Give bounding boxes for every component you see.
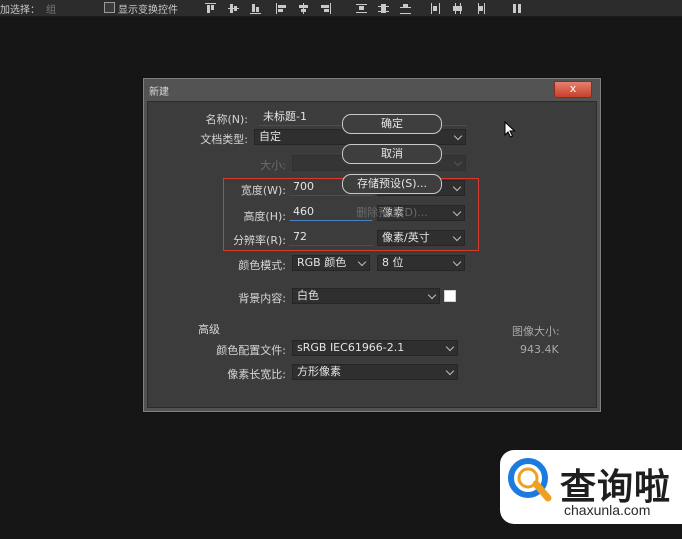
mouse-cursor-icon	[504, 121, 516, 138]
chevron-down-icon	[452, 207, 462, 217]
color-profile-select[interactable]: sRGB IEC61966-2.1	[292, 340, 458, 356]
delete-preset-button: 删除预设(D)...	[356, 206, 428, 219]
distribute-bottom-icon[interactable]	[400, 3, 411, 14]
pixel-aspect-ratio-select[interactable]: 方形像素	[292, 364, 458, 380]
close-button[interactable]: x	[554, 81, 592, 98]
distribute-horizontal-center-icon[interactable]	[452, 3, 463, 14]
chevron-down-icon	[445, 342, 455, 352]
color-mode-label: 颜色模式:	[238, 259, 286, 272]
auto-select-dropdown[interactable]: 组	[46, 1, 56, 16]
color-profile-label: 颜色配置文件:	[216, 344, 286, 357]
save-preset-button[interactable]: 存储预设(S)...	[342, 174, 442, 194]
resolution-unit-select[interactable]: 像素/英寸	[377, 230, 465, 246]
ok-button[interactable]: 确定	[342, 114, 442, 134]
magnifier-logo-icon	[508, 458, 552, 502]
color-mode-select[interactable]: RGB 颜色	[292, 255, 370, 271]
distribute-top-icon[interactable]	[356, 3, 367, 14]
document-type-label: 文档类型:	[200, 133, 248, 146]
document-type-value: 自定	[259, 130, 281, 143]
distribute-left-icon[interactable]	[430, 3, 441, 14]
auto-align-layers-icon[interactable]	[512, 3, 523, 14]
height-label: 高度(H):	[243, 210, 286, 223]
show-transform-checkbox[interactable]	[104, 2, 115, 13]
pixel-aspect-ratio-label: 像素长宽比:	[227, 368, 286, 381]
image-size-label: 图像大小:	[512, 325, 560, 338]
align-right-icon[interactable]	[320, 3, 331, 14]
name-label: 名称(N):	[205, 113, 248, 126]
show-transform-label: 显示变换控件	[118, 5, 178, 16]
chaxunla-watermark: 查询啦 chaxunla.com	[500, 450, 682, 524]
background-contents-select[interactable]: 白色	[292, 288, 440, 304]
resolution-unit-value: 像素/英寸	[382, 231, 430, 244]
background-color-swatch[interactable]	[444, 290, 456, 302]
chevron-down-icon	[357, 257, 367, 267]
chevron-down-icon	[452, 257, 462, 267]
width-label: 宽度(W):	[240, 184, 286, 197]
chevron-down-icon	[453, 157, 463, 167]
align-left-icon[interactable]	[276, 3, 287, 14]
options-toolbar: 加选择： 组 显示变换控件	[0, 0, 682, 17]
close-icon: x	[569, 82, 577, 95]
chevron-down-icon	[427, 290, 437, 300]
align-top-icon[interactable]	[205, 3, 216, 14]
distribute-right-icon[interactable]	[474, 3, 485, 14]
chevron-down-icon	[452, 182, 462, 192]
align-vertical-center-icon[interactable]	[228, 3, 239, 14]
size-label: 大小:	[260, 159, 286, 172]
align-horizontal-center-icon[interactable]	[298, 3, 309, 14]
pixel-aspect-ratio-value: 方形像素	[297, 365, 341, 378]
color-profile-value: sRGB IEC61966-2.1	[297, 341, 405, 354]
resolution-label: 分辨率(R):	[233, 234, 286, 247]
chevron-down-icon	[453, 131, 463, 141]
color-mode-value: RGB 颜色	[297, 256, 347, 269]
chevron-down-icon	[445, 366, 455, 376]
background-contents-value: 白色	[297, 289, 319, 302]
auto-select-label: 加选择：	[0, 5, 40, 16]
advanced-section-label: 高级	[198, 323, 220, 336]
background-contents-label: 背景内容:	[238, 292, 286, 305]
bit-depth-value: 8 位	[382, 256, 404, 269]
cancel-button[interactable]: 取消	[342, 144, 442, 164]
dialog-title: 新建	[149, 87, 169, 98]
resolution-input[interactable]: 72	[289, 230, 373, 246]
image-size-value: 943.4K	[520, 343, 559, 356]
dialog-titlebar[interactable]: 新建 x	[144, 79, 600, 101]
watermark-domain-text: chaxunla.com	[564, 502, 651, 518]
chevron-down-icon	[452, 232, 462, 242]
align-bottom-icon[interactable]	[250, 3, 261, 14]
distribute-vertical-center-icon[interactable]	[378, 3, 389, 14]
bit-depth-select[interactable]: 8 位	[377, 255, 465, 271]
